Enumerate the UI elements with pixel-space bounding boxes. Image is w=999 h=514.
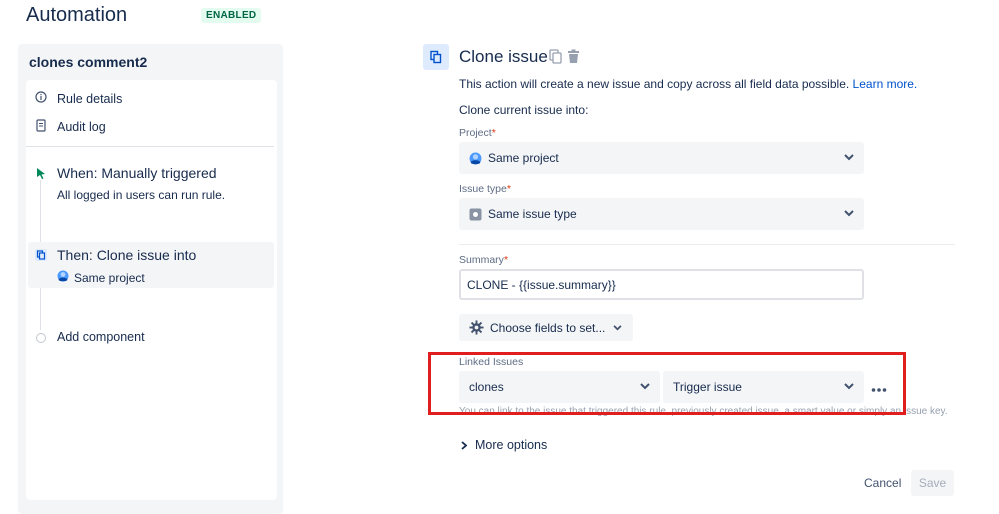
action-title: Clone issue (459, 47, 548, 66)
info-icon (35, 91, 47, 106)
status-badge: ENABLED (201, 8, 262, 23)
trash-icon[interactable] (567, 49, 580, 69)
chevron-down-icon (844, 152, 854, 164)
rule-name: clones comment2 (29, 54, 148, 70)
choose-fields-button[interactable]: Choose fields to set... (459, 314, 633, 341)
cancel-button[interactable]: Cancel (864, 476, 901, 490)
summary-input[interactable]: CLONE - {{issue.summary}} (459, 269, 864, 300)
sidebar-item-label: Audit log (57, 120, 106, 134)
trigger-step-subtitle: All logged in users can run rule. (57, 188, 226, 202)
copy-icon[interactable] (549, 49, 562, 69)
divider (26, 146, 274, 147)
action-step-subtitle: Same project (74, 271, 145, 285)
more-options-toggle[interactable]: More options (461, 438, 547, 452)
issue-type-icon (469, 208, 482, 221)
choose-fields-label: Choose fields to set... (490, 320, 606, 335)
highlight-box (428, 352, 906, 415)
document-icon (35, 119, 47, 135)
project-avatar-icon (469, 152, 482, 165)
cursor-click-icon (34, 166, 48, 185)
page-title: Automation (26, 4, 128, 26)
sidebar-item-label: Rule details (57, 91, 123, 106)
chevron-down-icon (613, 324, 622, 331)
project-select-value: Same project (488, 151, 559, 165)
add-component-label: Add component (57, 330, 145, 344)
gear-icon (469, 320, 484, 335)
issue-type-select-value: Same issue type (488, 207, 577, 221)
chevron-right-icon (461, 440, 467, 450)
learn-more-link[interactable]: Learn more. (853, 77, 918, 91)
action-step-title: Then: Clone issue into (57, 247, 197, 263)
add-component-button[interactable]: Add component (57, 330, 145, 344)
sidebar-item-rule-details[interactable]: Rule details (35, 91, 122, 106)
summary-label: Summary* (459, 254, 509, 266)
save-button[interactable]: Save (911, 470, 954, 496)
action-description: This action will create a new issue and … (459, 77, 918, 91)
section-divider (459, 244, 955, 245)
clone-icon (423, 44, 449, 70)
clone-icon (34, 248, 48, 267)
sidebar-item-audit-log[interactable]: Audit log (35, 119, 106, 135)
more-options-label: More options (475, 438, 548, 452)
project-select[interactable]: Same project (459, 142, 864, 174)
add-component-dot (36, 333, 46, 343)
action-step-project: Same project (57, 269, 145, 287)
chevron-down-icon (844, 208, 854, 220)
issue-type-select[interactable]: Same issue type (459, 198, 864, 230)
project-label: Project* (459, 127, 496, 139)
trigger-step-title[interactable]: When: Manually triggered (57, 165, 217, 181)
rule-sidebar-card (26, 80, 277, 500)
issue-type-label: Issue type* (459, 183, 511, 195)
clone-into-label: Clone current issue into: (459, 103, 589, 117)
project-avatar-icon (57, 269, 69, 287)
